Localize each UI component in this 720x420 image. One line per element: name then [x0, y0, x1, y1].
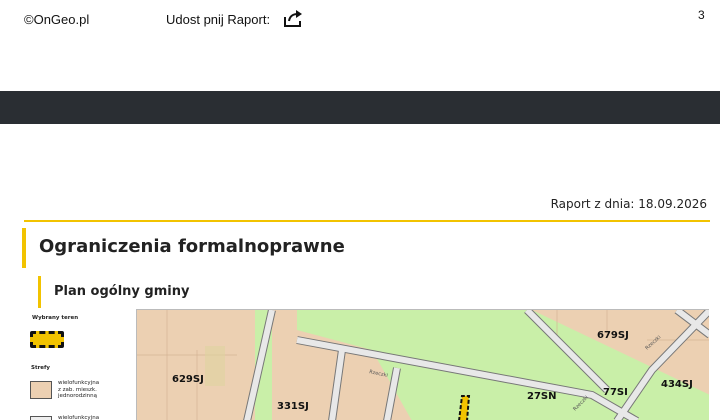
title-accent-bar — [22, 228, 26, 268]
page-number: 3 — [698, 8, 705, 22]
map-legend: Wybrany teren Strefy wielofunkcyjna z za… — [24, 312, 134, 420]
zone-label-629sj: 629SJ — [172, 374, 204, 385]
zone-multi-label: wielofunkcyjna — [58, 415, 100, 420]
report-date: Raport z dnia: 18.09.2026 — [550, 197, 707, 211]
field-patch — [205, 346, 225, 386]
dark-banner — [0, 91, 720, 124]
zone-label-77si: 77SI — [603, 387, 628, 398]
legend-selected-title: Wybrany teren — [32, 315, 79, 321]
copyright-text: ©OnGeo.pl — [24, 12, 90, 27]
zone-residential-label: wielofunkcyjna z zab. mieszk. jednorodzi… — [58, 380, 130, 400]
share-report-label: Udost pnij Raport: — [166, 12, 271, 27]
legend-zones-title: Strefy — [31, 365, 51, 371]
zoning-map-canvas[interactable]: 679SJ 629SJ 27SN 77SI 434SJ 331SJ Rzeczk… — [137, 310, 709, 420]
zone-residential-line3: jednorodzinną — [58, 393, 98, 399]
section-divider — [24, 220, 710, 222]
subtitle-accent-bar — [38, 276, 41, 308]
zone-multi-swatch — [30, 416, 52, 420]
zone-label-434sj: 434SJ — [661, 379, 693, 390]
page-header: ©OnGeo.pl Udost pnij Raport: 3 — [0, 0, 720, 40]
zoning-map[interactable]: 679SJ 629SJ 27SN 77SI 434SJ 331SJ Rzeczk… — [136, 309, 709, 420]
zone-residential-swatch — [30, 381, 52, 399]
zone-label-679sj: 679SJ — [597, 330, 629, 341]
zone-label-27sn: 27SN — [527, 391, 557, 402]
section-subtitle: Plan ogólny gminy — [54, 284, 190, 299]
selected-area-swatch — [30, 331, 64, 348]
section-title: Ograniczenia formalnoprawne — [39, 236, 345, 257]
share-arrow-icon[interactable] — [282, 8, 304, 28]
zone-label-331sj: 331SJ — [277, 401, 309, 412]
